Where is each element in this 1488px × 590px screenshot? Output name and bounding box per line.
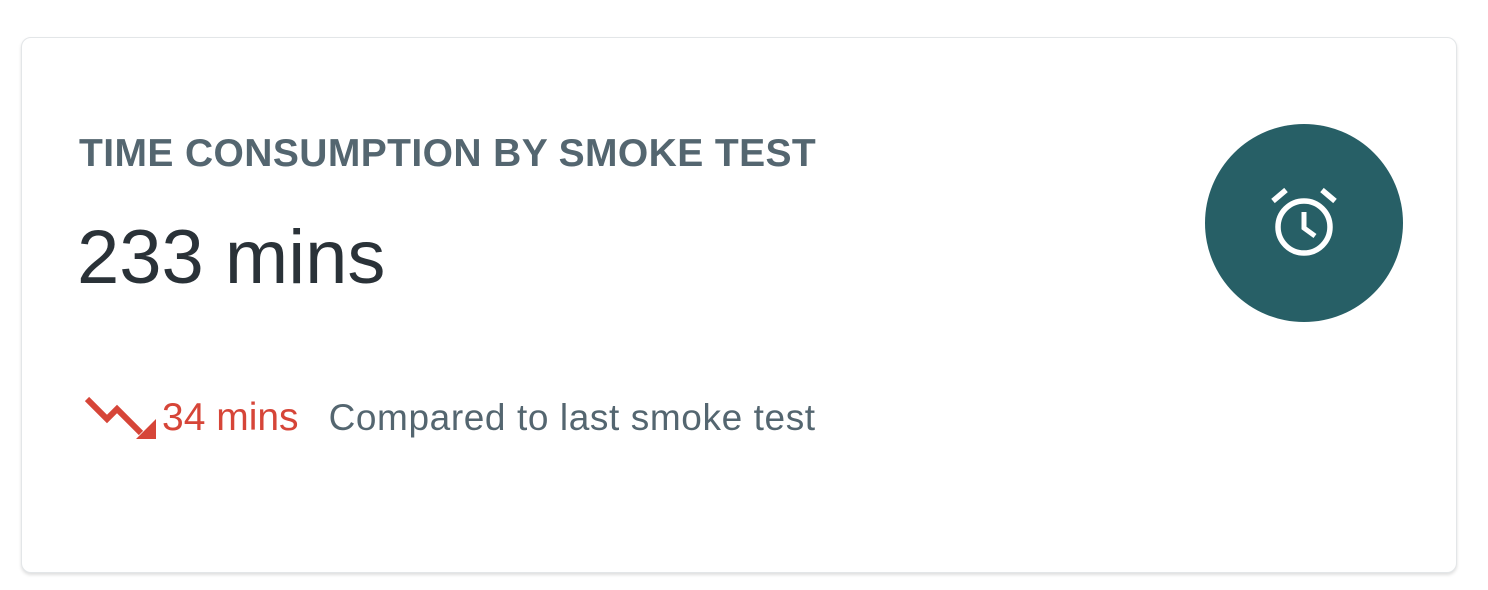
trending-down-icon: [84, 393, 158, 441]
comparison-row: 34 mins Compared to last smoke test: [84, 393, 816, 441]
icon-badge: [1205, 124, 1403, 322]
delta-value: 34 mins: [162, 395, 299, 439]
metric-card: TIME CONSUMPTION BY SMOKE TEST 233 mins …: [21, 37, 1457, 573]
alarm-clock-icon: [1266, 185, 1342, 261]
comparison-caption: Compared to last smoke test: [328, 396, 816, 438]
card-title: TIME CONSUMPTION BY SMOKE TEST: [79, 132, 817, 175]
metric-value: 233 mins: [77, 215, 386, 300]
